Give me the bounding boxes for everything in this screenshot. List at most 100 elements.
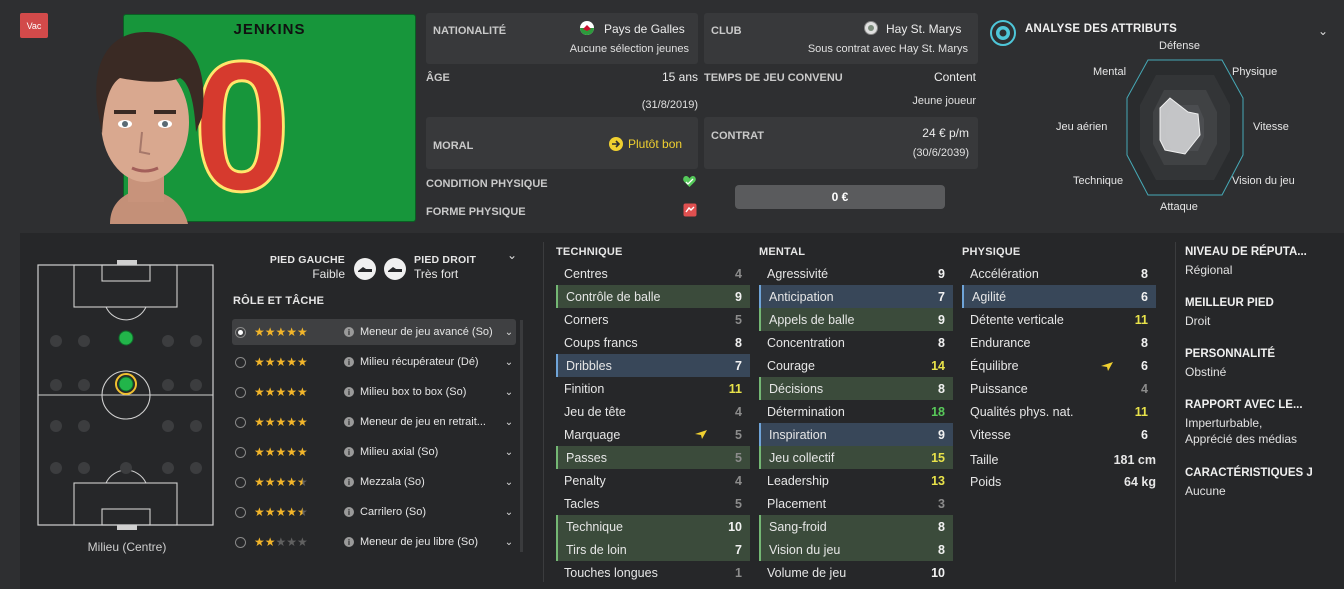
role-row[interactable]: ★★★★★ i Meneur de jeu en retrait... ⌄ <box>232 409 516 435</box>
attribute-row[interactable]: Concentration 8 <box>759 331 953 354</box>
mental-title: MENTAL <box>759 246 806 258</box>
attribute-row[interactable]: Centres 4 <box>556 262 750 285</box>
attribute-row[interactable]: Dribbles 7 <box>556 354 750 377</box>
analysis-icon <box>990 20 1016 46</box>
role-row[interactable]: ★★★★★ i Milieu box to box (So) ⌄ <box>232 379 516 405</box>
attribute-row[interactable]: Détermination 18 <box>759 400 953 423</box>
attribute-row[interactable]: Agilité 6 <box>962 285 1156 308</box>
attribute-row[interactable]: Technique 10 <box>556 515 750 538</box>
heart-icon <box>683 175 696 187</box>
info-icon[interactable]: i <box>344 327 354 337</box>
attribute-row[interactable]: Corners 5 <box>556 308 750 331</box>
attribute-row[interactable]: Tacles 5 <box>556 492 750 515</box>
attribute-row[interactable]: Volume de jeu 10 <box>759 561 953 584</box>
attribute-row[interactable]: Agressivité 9 <box>759 262 953 285</box>
attribute-row[interactable]: Finition 11 <box>556 377 750 400</box>
side-info-block[interactable]: MEILLEUR PIED Droit <box>1185 297 1274 328</box>
chevron-down-icon[interactable]: ⌄ <box>502 537 516 548</box>
contract-card[interactable] <box>704 117 978 169</box>
attribute-value: 4 <box>1141 381 1148 396</box>
attribute-row[interactable]: Sang-froid 8 <box>759 515 953 538</box>
role-radio[interactable] <box>235 446 246 458</box>
attribute-value: 6 <box>1141 358 1148 373</box>
attribute-row[interactable]: Appels de balle 9 <box>759 308 953 331</box>
attribute-row[interactable]: Endurance 8 <box>962 331 1156 354</box>
attribute-row[interactable]: Penalty 4 <box>556 469 750 492</box>
attribute-name: Décisions <box>769 381 824 396</box>
radar-label-aerien: Jeu aérien <box>1056 121 1108 133</box>
info-icon[interactable]: i <box>344 417 354 427</box>
info-icon[interactable]: i <box>344 507 354 517</box>
info-icon[interactable]: i <box>344 477 354 487</box>
role-row[interactable]: ★★★★★ i Mezzala (So) ⌄ <box>232 469 516 495</box>
chevron-down-icon[interactable]: ⌄ <box>502 477 516 488</box>
role-stars: ★★★★★ <box>254 475 308 489</box>
attribute-value: 9 <box>938 266 945 281</box>
attribute-row[interactable]: Placement 3 <box>759 492 953 515</box>
position-label: Milieu (Centre) <box>87 540 167 554</box>
info-icon[interactable]: i <box>344 357 354 367</box>
attribute-row[interactable]: Jeu collectif 15 <box>759 446 953 469</box>
attribute-row[interactable]: Passes 5 <box>556 446 750 469</box>
position-pitch <box>37 260 214 530</box>
side-info-block[interactable]: PERSONNALITÉ Obstiné <box>1185 348 1275 379</box>
attribute-row[interactable]: Anticipation 7 <box>759 285 953 308</box>
attribute-name: Sang-froid <box>769 519 827 534</box>
attribute-row[interactable]: Puissance 4 <box>962 377 1156 400</box>
role-name: Meneur de jeu en retrait... <box>360 416 486 428</box>
attribute-row[interactable]: Contrôle de balle 9 <box>556 285 750 308</box>
role-radio[interactable] <box>235 536 246 548</box>
chevron-down-icon[interactable]: ⌄ <box>502 507 516 518</box>
chevron-down-icon[interactable]: ⌄ <box>502 327 516 338</box>
morale-label: MORAL <box>433 140 474 152</box>
left-boot-icon <box>354 258 376 280</box>
attribute-row[interactable]: Touches longues 1 <box>556 561 750 584</box>
role-row[interactable]: ★★★★★ i Milieu récupérateur (Dé) ⌄ <box>232 349 516 375</box>
roles-scrollbar[interactable] <box>520 320 523 552</box>
role-radio[interactable] <box>235 356 246 368</box>
club-card[interactable] <box>704 13 978 64</box>
attribute-name: Tacles <box>564 496 600 511</box>
attribute-row[interactable]: Tirs de loin 7 <box>556 538 750 561</box>
side-info-block[interactable]: CARACTÉRISTIQUES J Aucune <box>1185 467 1313 498</box>
attribute-row[interactable]: Vision du jeu 8 <box>759 538 953 561</box>
attribute-row[interactable]: Leadership 13 <box>759 469 953 492</box>
info-icon[interactable]: i <box>344 387 354 397</box>
role-radio[interactable] <box>235 476 246 488</box>
contract-sub: (30/6/2039) <box>912 147 969 159</box>
attribute-row[interactable]: Qualités phys. nat. 11 <box>962 400 1156 423</box>
role-row[interactable]: ★★★★★ i Milieu axial (So) ⌄ <box>232 439 516 465</box>
attribute-row[interactable]: Accélération 8 <box>962 262 1156 285</box>
trend-arrow-icon <box>695 430 707 439</box>
role-radio[interactable] <box>235 386 246 398</box>
attribute-row[interactable]: Équilibre 6 <box>962 354 1156 377</box>
role-radio[interactable] <box>235 506 246 518</box>
side-info-block[interactable]: NIVEAU DE RÉPUTA... Régional <box>1185 246 1307 277</box>
chevron-down-icon[interactable]: ⌄ <box>1318 24 1328 38</box>
attribute-row[interactable]: Coups francs 8 <box>556 331 750 354</box>
chevron-down-icon[interactable]: ⌄ <box>502 357 516 368</box>
chevron-down-icon[interactable]: ⌄ <box>502 417 516 428</box>
role-radio[interactable] <box>235 326 246 338</box>
nationality-card[interactable] <box>426 13 698 64</box>
chevron-down-icon[interactable]: ⌄ <box>502 447 516 458</box>
attribute-row[interactable]: Décisions 8 <box>759 377 953 400</box>
attribute-row[interactable]: Vitesse 6 <box>962 423 1156 446</box>
info-icon[interactable]: i <box>344 537 354 547</box>
role-row[interactable]: ★★★★★ i Meneur de jeu libre (So) ⌄ <box>232 529 516 555</box>
side-info-block[interactable]: RAPPORT AVEC LE... Imperturbable, Apprécié… <box>1185 399 1303 446</box>
attribute-row[interactable]: Jeu de tête 4 <box>556 400 750 423</box>
attribute-row[interactable]: Inspiration 9 <box>759 423 953 446</box>
attribute-row[interactable]: Détente verticale 11 <box>962 308 1156 331</box>
info-icon[interactable]: i <box>344 447 354 457</box>
feet-chevron-icon[interactable]: ⌄ <box>507 248 517 262</box>
attribute-row[interactable]: Courage 14 <box>759 354 953 377</box>
attribute-value: 7 <box>938 289 945 304</box>
role-row[interactable]: ★★★★★ i Meneur de jeu avancé (So) ⌄ <box>232 319 516 345</box>
value-bar[interactable]: 0 € <box>735 185 945 209</box>
chevron-down-icon[interactable]: ⌄ <box>502 387 516 398</box>
attribute-value: 5 <box>735 427 742 442</box>
role-radio[interactable] <box>235 416 246 428</box>
attribute-row[interactable]: Marquage 5 <box>556 423 750 446</box>
role-row[interactable]: ★★★★★ i Carrilero (So) ⌄ <box>232 499 516 525</box>
